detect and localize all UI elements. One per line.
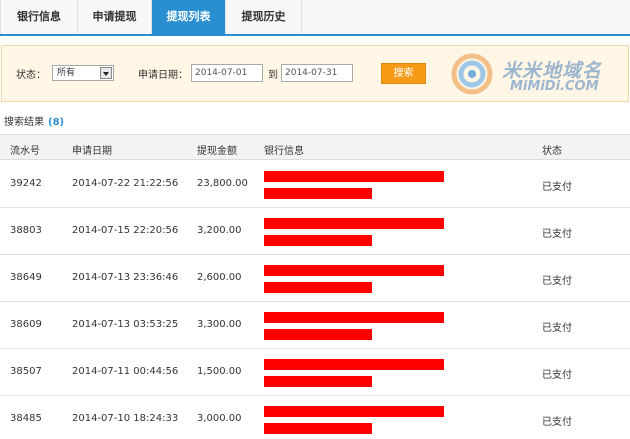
col-header-date: 申请日期 xyxy=(72,146,112,157)
tab-bar: 银行信息 申请提现 提现列表 提现历史 xyxy=(0,0,630,36)
row-date: 2014-07-13 03:53:25 xyxy=(72,319,179,330)
redacted-bank-info xyxy=(264,188,372,199)
redacted-bank-info xyxy=(264,282,372,293)
redacted-bank-info xyxy=(264,235,372,246)
redacted-bank-info xyxy=(264,312,444,323)
apply-date-label: 申请日期： xyxy=(138,70,188,81)
status-select-value: 所有 xyxy=(57,68,76,78)
redacted-bank-info xyxy=(264,329,372,340)
tab-bank-info[interactable]: 银行信息 xyxy=(0,0,78,34)
redacted-bank-info xyxy=(264,376,372,387)
status-select[interactable]: 所有 xyxy=(52,65,114,81)
row-serial: 38803 xyxy=(10,225,42,236)
date-to-input[interactable]: 2014-07-31 xyxy=(281,64,353,82)
row-date: 2014-07-22 21:22:56 xyxy=(72,178,179,189)
row-amount: 23,800.00 xyxy=(197,178,248,189)
chevron-down-icon[interactable] xyxy=(100,67,112,79)
row-amount: 3,300.00 xyxy=(197,319,242,330)
search-button[interactable]: 搜索 xyxy=(381,63,426,84)
logo-swirl-icon xyxy=(451,53,493,95)
row-serial: 38609 xyxy=(10,319,42,330)
row-serial: 38649 xyxy=(10,272,42,283)
table-row: 38803 2014-07-15 22:20:56 3,200.00 已支付 xyxy=(0,208,630,255)
row-amount: 3,200.00 xyxy=(197,225,242,236)
row-status: 已支付 xyxy=(542,229,572,240)
logo-text-en: MiMiDi.COM xyxy=(510,79,599,94)
search-result-count: (8) xyxy=(48,117,65,128)
col-header-amount: 提现金额 xyxy=(197,146,237,157)
row-date: 2014-07-11 00:44:56 xyxy=(72,366,179,377)
redacted-bank-info xyxy=(264,265,444,276)
redacted-bank-info xyxy=(264,171,444,182)
col-header-serial: 流水号 xyxy=(10,146,40,157)
row-serial: 38485 xyxy=(10,413,42,424)
row-date: 2014-07-13 23:36:46 xyxy=(72,272,179,283)
tab-apply-withdraw[interactable]: 申请提现 xyxy=(78,0,152,34)
row-serial: 39242 xyxy=(10,178,42,189)
date-from-input[interactable]: 2014-07-01 xyxy=(191,64,263,82)
status-label: 状态： xyxy=(16,70,46,81)
col-header-status: 状态 xyxy=(542,146,562,157)
row-status: 已支付 xyxy=(542,417,572,428)
redacted-bank-info xyxy=(264,406,444,417)
table-header: 流水号 申请日期 提现金额 银行信息 状态 xyxy=(0,134,630,160)
col-header-bank-info: 银行信息 xyxy=(264,146,304,157)
row-date: 2014-07-15 22:20:56 xyxy=(72,225,179,236)
row-status: 已支付 xyxy=(542,323,572,334)
table-row: 38485 2014-07-10 18:24:33 3,000.00 已支付 xyxy=(0,396,630,439)
date-to-label: 到 xyxy=(268,70,278,81)
row-status: 已支付 xyxy=(542,370,572,381)
row-amount: 3,000.00 xyxy=(197,413,242,424)
row-date: 2014-07-10 18:24:33 xyxy=(72,413,179,424)
redacted-bank-info xyxy=(264,359,444,370)
redacted-bank-info xyxy=(264,218,444,229)
row-amount: 1,500.00 xyxy=(197,366,242,377)
row-status: 已支付 xyxy=(542,182,572,193)
search-result-heading: 搜索结果 (8) xyxy=(4,113,64,128)
search-result-label: 搜索结果 xyxy=(4,117,44,128)
tab-withdraw-history[interactable]: 提现历史 xyxy=(226,0,302,34)
watermark-logo: 米米地域名 MiMiDi.COM xyxy=(444,49,624,99)
row-serial: 38507 xyxy=(10,366,42,377)
redacted-bank-info xyxy=(264,423,372,434)
table-row: 39242 2014-07-22 21:22:56 23,800.00 已支付 xyxy=(0,161,630,208)
row-status: 已支付 xyxy=(542,276,572,287)
table-row: 38507 2014-07-11 00:44:56 1,500.00 已支付 xyxy=(0,349,630,396)
row-amount: 2,600.00 xyxy=(197,272,242,283)
table-row: 38609 2014-07-13 03:53:25 3,300.00 已支付 xyxy=(0,302,630,349)
table-row: 38649 2014-07-13 23:36:46 2,600.00 已支付 xyxy=(0,255,630,302)
tab-withdraw-list[interactable]: 提现列表 xyxy=(152,0,226,34)
